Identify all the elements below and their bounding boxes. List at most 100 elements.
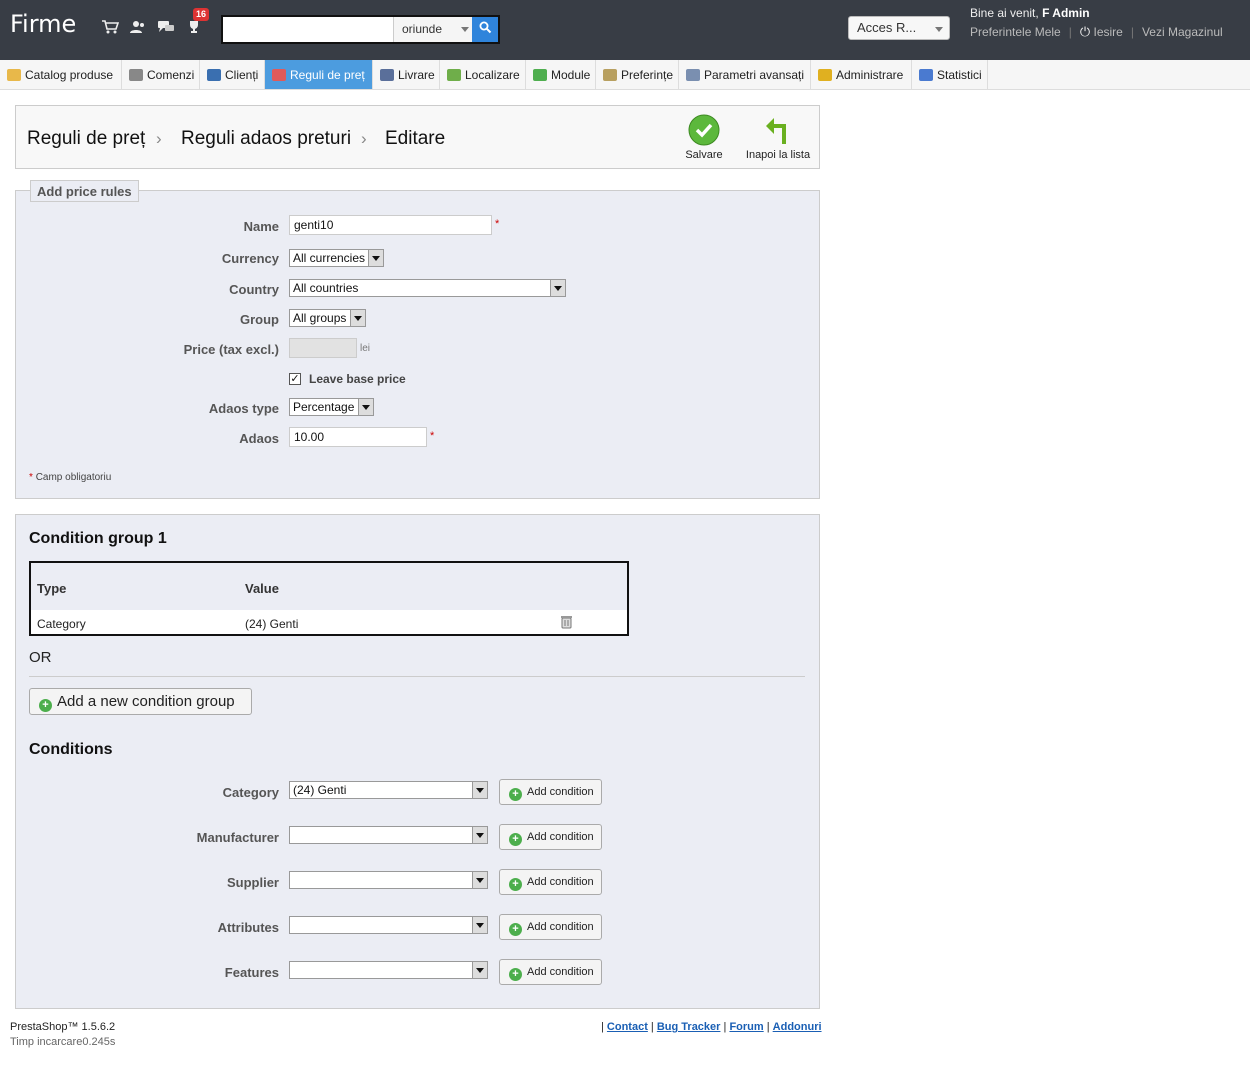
menu-tab-label: Livrare: [398, 68, 435, 82]
condition-field-select[interactable]: [289, 961, 488, 979]
add-condition-button[interactable]: + Add condition: [499, 959, 602, 985]
form-legend: Add price rules: [30, 180, 139, 202]
group-value: All groups: [293, 311, 347, 325]
back-arrow-icon: [766, 118, 786, 144]
search-input[interactable]: [225, 19, 390, 40]
currency-select[interactable]: All currencies: [289, 249, 384, 267]
menu-tab-label: Preferințe: [621, 68, 674, 82]
cart-icon: [129, 69, 143, 81]
shop-name[interactable]: Firme: [10, 10, 76, 38]
top-bar: Firme 16 oriunde Acces R... Bine ai veni…: [0, 0, 1250, 60]
breadcrumb-level1[interactable]: Reguli de preț: [27, 128, 145, 150]
logout-link[interactable]: Iesire: [1093, 25, 1122, 39]
messages-icon[interactable]: [156, 19, 176, 39]
menu-tab-11[interactable]: Statistici: [912, 60, 988, 89]
add-condition-label: Add condition: [527, 966, 594, 978]
country-select[interactable]: All countries: [289, 279, 566, 297]
chevron-down-icon: [472, 872, 487, 888]
menu-tab-5[interactable]: Livrare: [373, 60, 440, 89]
bug-tracker-link[interactable]: Bug Tracker: [657, 1021, 721, 1033]
group-select[interactable]: All groups: [289, 309, 366, 327]
menu-tab-2[interactable]: Comenzi: [122, 60, 200, 89]
condition-field-select[interactable]: [289, 916, 488, 934]
orders-cart-icon[interactable]: [100, 19, 120, 39]
country-value: All countries: [293, 281, 359, 295]
chevron-down-icon: [358, 399, 373, 415]
condition-field-select[interactable]: [289, 826, 488, 844]
menu-tab-label: Catalog produse: [25, 68, 114, 82]
search-scope-value: oriunde: [402, 22, 443, 36]
delete-icon[interactable]: [561, 615, 572, 632]
menu-tab-label: Module: [551, 68, 591, 82]
menu-tab-7[interactable]: Module: [526, 60, 596, 89]
plus-icon: +: [509, 878, 522, 891]
user-icon: [207, 69, 221, 81]
view-shop-link[interactable]: Vezi Magazinul: [1142, 25, 1223, 39]
breadcrumb-level2[interactable]: Reguli adaos preturi: [181, 128, 351, 150]
menu-tab-10[interactable]: Administrare: [811, 60, 912, 89]
add-condition-group-button[interactable]: + Add a new condition group: [29, 688, 252, 715]
trophy-icon[interactable]: [184, 19, 204, 39]
contact-link[interactable]: Contact: [607, 1021, 648, 1033]
menu-tab-1[interactable]: Catalog produse: [0, 60, 122, 89]
search-scope-select[interactable]: oriunde: [393, 17, 473, 42]
save-button[interactable]: Salvare: [680, 114, 728, 161]
required-note: * Camp obligatoriu: [29, 472, 111, 483]
plus-icon: +: [509, 923, 522, 936]
menu-tab-label: Reguli de preț: [290, 68, 365, 82]
menu-tab-8[interactable]: Preferințe: [596, 60, 679, 89]
name-label: Name: [243, 219, 279, 234]
condition-field-select[interactable]: (24) Genti: [289, 781, 488, 799]
menu-tab-6[interactable]: Localizare: [440, 60, 526, 89]
search-button[interactable]: [472, 17, 498, 42]
row-type: Category: [37, 617, 86, 631]
required-mark: *: [430, 430, 435, 442]
condition-field-label: Manufacturer: [196, 830, 279, 845]
my-preferences-link[interactable]: Preferintele Mele: [970, 25, 1061, 39]
welcome-text: Bine ai venit, F Admin: [970, 6, 1090, 20]
access-select[interactable]: Acces R...: [848, 16, 950, 40]
group-label: Group: [240, 312, 279, 327]
menu-tab-4[interactable]: Reguli de preț: [265, 60, 373, 89]
menu-tab-label: Comenzi: [147, 68, 195, 82]
adaos-input[interactable]: 10.00: [289, 427, 427, 447]
welcome-user: F Admin: [1042, 6, 1090, 20]
customers-icon[interactable]: [128, 19, 148, 39]
breadcrumb-level3: Editare: [385, 128, 446, 149]
row-value: (24) Genti: [245, 617, 299, 631]
add-condition-label: Add condition: [527, 831, 594, 843]
stats-icon: [919, 69, 933, 81]
menu-tab-9[interactable]: Parametri avansați: [679, 60, 811, 89]
add-condition-label: Add condition: [527, 876, 594, 888]
chevron-down-icon: [350, 310, 365, 326]
name-input[interactable]: genti10: [289, 215, 492, 235]
currency-value: All currencies: [293, 251, 366, 265]
price-rule-icon: [272, 69, 286, 81]
menu-tab-label: Administrare: [836, 68, 904, 82]
checkmark-icon: [688, 114, 720, 146]
add-condition-button[interactable]: + Add condition: [499, 914, 602, 940]
chevron-down-icon: [550, 280, 565, 296]
plus-icon: +: [509, 968, 522, 981]
menu-tab-label: Clienți: [225, 68, 259, 82]
condition-group-table[interactable]: Type Value Category (24) Genti: [29, 561, 629, 636]
add-condition-button[interactable]: + Add condition: [499, 869, 602, 895]
leave-base-price-checkbox[interactable]: ✓: [289, 373, 301, 385]
forum-link[interactable]: Forum: [729, 1021, 763, 1033]
menu-tab-label: Parametri avansați: [704, 68, 805, 82]
condition-field-select[interactable]: [289, 871, 488, 889]
adaos-type-select[interactable]: Percentage: [289, 398, 374, 416]
add-condition-button[interactable]: + Add condition: [499, 824, 602, 850]
plus-icon: +: [509, 833, 522, 846]
add-condition-button[interactable]: + Add condition: [499, 779, 602, 805]
back-to-list-button[interactable]: Inapoi la lista: [742, 114, 814, 161]
addons-link[interactable]: Addonuri: [773, 1021, 822, 1033]
menu-tab-3[interactable]: Clienți: [200, 60, 265, 89]
currency-label: Currency: [221, 251, 279, 266]
chevron-down-icon: [935, 27, 943, 32]
condition-field-label: Attributes: [217, 920, 279, 935]
price-input[interactable]: [289, 338, 357, 358]
menu-tab-label: Statistici: [937, 68, 982, 82]
chevron-down-icon: [472, 827, 487, 843]
adaos-type-label: Adaos type: [208, 401, 279, 416]
